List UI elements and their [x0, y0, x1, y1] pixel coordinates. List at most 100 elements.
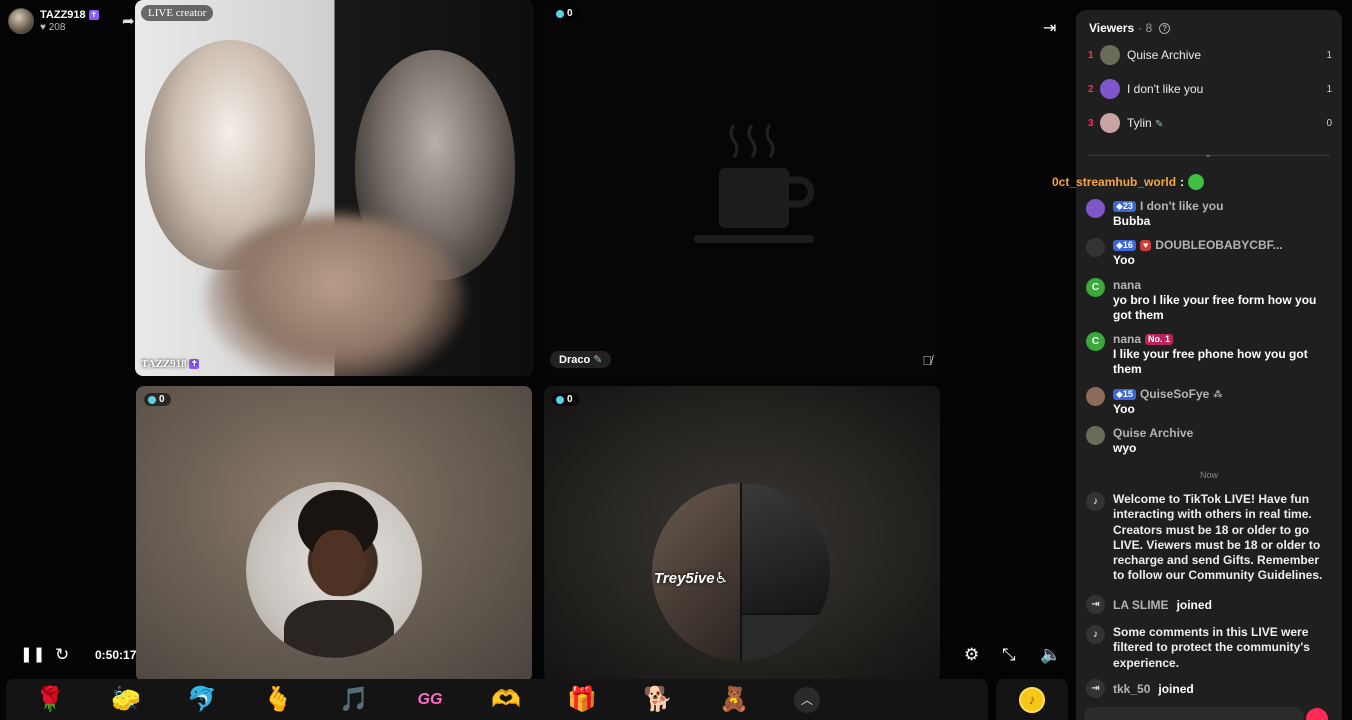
level-badge: ◆ 23: [1113, 201, 1136, 212]
recharge-button[interactable]: ♪: [996, 679, 1068, 720]
guest-face: [312, 530, 364, 596]
system-welcome-text: Welcome to TikTok LIVE! Have fun interac…: [1113, 492, 1323, 583]
chevron-up-icon[interactable]: ︿: [794, 686, 820, 713]
guest-name-draco-text: Draco: [559, 354, 591, 366]
viewer-rank: 2: [1088, 83, 1094, 95]
guest-name-host: TAZZ918 ✝: [141, 358, 200, 370]
join-text: joined: [1158, 681, 1194, 696]
guest-tile-draco[interactable]: 0 Draco ✎ 🎙̸: [544, 0, 940, 376]
chat-username: Quise Archive: [1113, 426, 1194, 440]
mic-muted-icon: 🎙̸: [922, 353, 932, 368]
chat-text: Yoo: [1113, 253, 1135, 267]
gift-tiktok-icon[interactable]: 🎵: [316, 682, 392, 718]
viewer-count-badge: 0: [552, 393, 579, 406]
gift-glyph: 🌹: [35, 685, 65, 713]
chat-user-line: ◆ 23 I don't like you: [1113, 199, 1223, 214]
hand-blur: [205, 215, 465, 376]
pencil-icon: ✎: [1155, 119, 1164, 130]
viewer-rank: 3: [1088, 117, 1094, 129]
viewer-row[interactable]: 3 Tylin ✎ 0: [1088, 112, 1332, 134]
gift-glyph: 🧽: [111, 685, 141, 713]
join-icon: ⇥: [1086, 679, 1105, 698]
level-badge: ◆ 15: [1113, 389, 1136, 400]
time-separator: Now: [1199, 470, 1218, 480]
chat-body: Quise Archive wyo: [1113, 426, 1193, 456]
gift-glyph: 🫰: [263, 685, 293, 713]
chat-user-line: Quise Archive: [1113, 426, 1193, 441]
viewer-row[interactable]: 2 I don't like you 1: [1088, 78, 1332, 100]
collage-right: [742, 483, 830, 613]
level-value: 23: [1122, 201, 1133, 211]
system-filtered-text: Some comments in this LIVE were filtered…: [1113, 625, 1310, 670]
share-icon[interactable]: ➦: [122, 12, 135, 30]
volume-icon[interactable]: 🔈: [1040, 640, 1061, 670]
pencil-icon: ✎: [593, 354, 603, 366]
help-icon[interactable]: ?: [1159, 22, 1171, 34]
gift-dolphin-icon[interactable]: 🐬: [164, 682, 240, 718]
viewer-score: 0: [1326, 117, 1332, 129]
join-icon: ⇥: [1086, 595, 1105, 614]
like-heart-icon[interactable]: [1306, 708, 1328, 720]
chat-message[interactable]: Quise Archive wyo: [1086, 426, 1336, 456]
viewer-icon: [556, 9, 564, 18]
gift-box-icon[interactable]: 🎁: [544, 682, 620, 718]
chat-text: Yoo: [1113, 402, 1135, 416]
guest-tile-4[interactable]: 0 Trey5ive♿: [544, 386, 940, 682]
level-badge: ◆ 16: [1113, 240, 1136, 251]
chat-message[interactable]: C nana No. 1 I like your free phone how y…: [1086, 332, 1336, 377]
collage-text: Trey5ive♿: [654, 570, 729, 587]
refresh-icon[interactable]: ↻: [55, 640, 69, 670]
host-name-text: TAZZ918: [40, 8, 86, 21]
minimize-icon[interactable]: ⤡: [1002, 640, 1016, 670]
chat-message[interactable]: ◆ 15 QuiseSoFye ⁂ Yoo: [1086, 387, 1336, 417]
gift-bear-icon[interactable]: 🧸: [696, 682, 772, 718]
chat-avatar: C: [1086, 332, 1105, 351]
host-name: TAZZ918 ✝: [40, 9, 99, 22]
gift-sponge-icon[interactable]: 🧽: [88, 682, 164, 718]
join-message: ⇥ LA SLIME joined: [1086, 595, 1212, 614]
viewer-row[interactable]: 1 Quise Archive 1: [1088, 44, 1332, 66]
guest-avatar-circle: [246, 482, 422, 658]
gift-bar: 🌹 🧽 🐬 🫰 🎵 GG 🫶 🎁 🐕 🧸 ︿: [6, 679, 988, 720]
host-info[interactable]: TAZZ918 ✝ ♥ 208: [8, 8, 99, 34]
viewer-avatar: [1100, 113, 1120, 133]
floating-gift-sep: :: [1180, 175, 1185, 189]
chat-text: yo bro I like your free form how you got…: [1113, 293, 1317, 322]
join-username: LA SLIME: [1113, 597, 1169, 612]
gift-glyph: 🐬: [187, 685, 217, 713]
chat-message[interactable]: ◆ 16 ♥ DOUBLEOBABYCBF... Yoo: [1086, 238, 1336, 268]
viewer-icon: [556, 395, 564, 404]
viewer-name: Tylin ✎: [1127, 116, 1326, 130]
player-controls: ❚❚ ↻ 0:50:17 ⚙ ⤡ 🔈: [0, 640, 1070, 670]
gift-finger-heart-icon[interactable]: 🫰: [240, 682, 316, 718]
guest-name-host-text: TAZZ918: [141, 358, 187, 370]
chat-text: wyo: [1113, 441, 1137, 455]
chat-body: ◆ 16 ♥ DOUBLEOBABYCBF... Yoo: [1113, 238, 1283, 268]
gift-heart-hands-icon[interactable]: 🫶: [468, 682, 544, 718]
comment-input[interactable]: [1084, 707, 1304, 720]
guest-tile-host[interactable]: LIVE creator TAZZ918 ✝: [135, 0, 534, 376]
gift-rose-icon[interactable]: 🌹: [12, 682, 88, 718]
chat-user-line: ◆ 16 ♥ DOUBLEOBABYCBF...: [1113, 238, 1283, 253]
side-panel: Viewers · 8 ? 1 Quise Archive 1 2 I don'…: [1076, 10, 1342, 720]
gift-corgi-icon[interactable]: 🐕: [620, 682, 696, 718]
chat-text: I like your free phone how you got them: [1113, 347, 1308, 376]
gift-gg-icon[interactable]: GG: [392, 682, 468, 718]
exit-panel-icon[interactable]: ⇥: [1043, 18, 1056, 38]
join-username: tkk_50: [1113, 681, 1151, 696]
viewers-header[interactable]: Viewers · 8 ?: [1089, 21, 1171, 35]
pause-icon[interactable]: ❚❚: [20, 640, 45, 670]
viewer-name-text: Tylin: [1127, 116, 1152, 130]
guest-tile-3[interactable]: 0: [136, 386, 532, 682]
chevron-down-icon[interactable]: ⌄: [1204, 149, 1212, 160]
viewer-count: 0: [567, 394, 573, 405]
floating-gift-notice: 0ct_streamhub_world :: [1052, 174, 1205, 190]
chat-message[interactable]: ◆ 23 I don't like you Bubba: [1086, 199, 1336, 229]
host-avatar[interactable]: [8, 8, 34, 34]
gift-icon: [1188, 174, 1205, 190]
chat-message[interactable]: C nana yo bro I like your free form how …: [1086, 278, 1336, 323]
tiktok-icon: ♪: [1086, 492, 1105, 511]
chat-user-line: nana No. 1: [1113, 332, 1336, 347]
host-likes: ♥ 208: [40, 22, 99, 34]
settings-icon[interactable]: ⚙: [964, 640, 979, 670]
